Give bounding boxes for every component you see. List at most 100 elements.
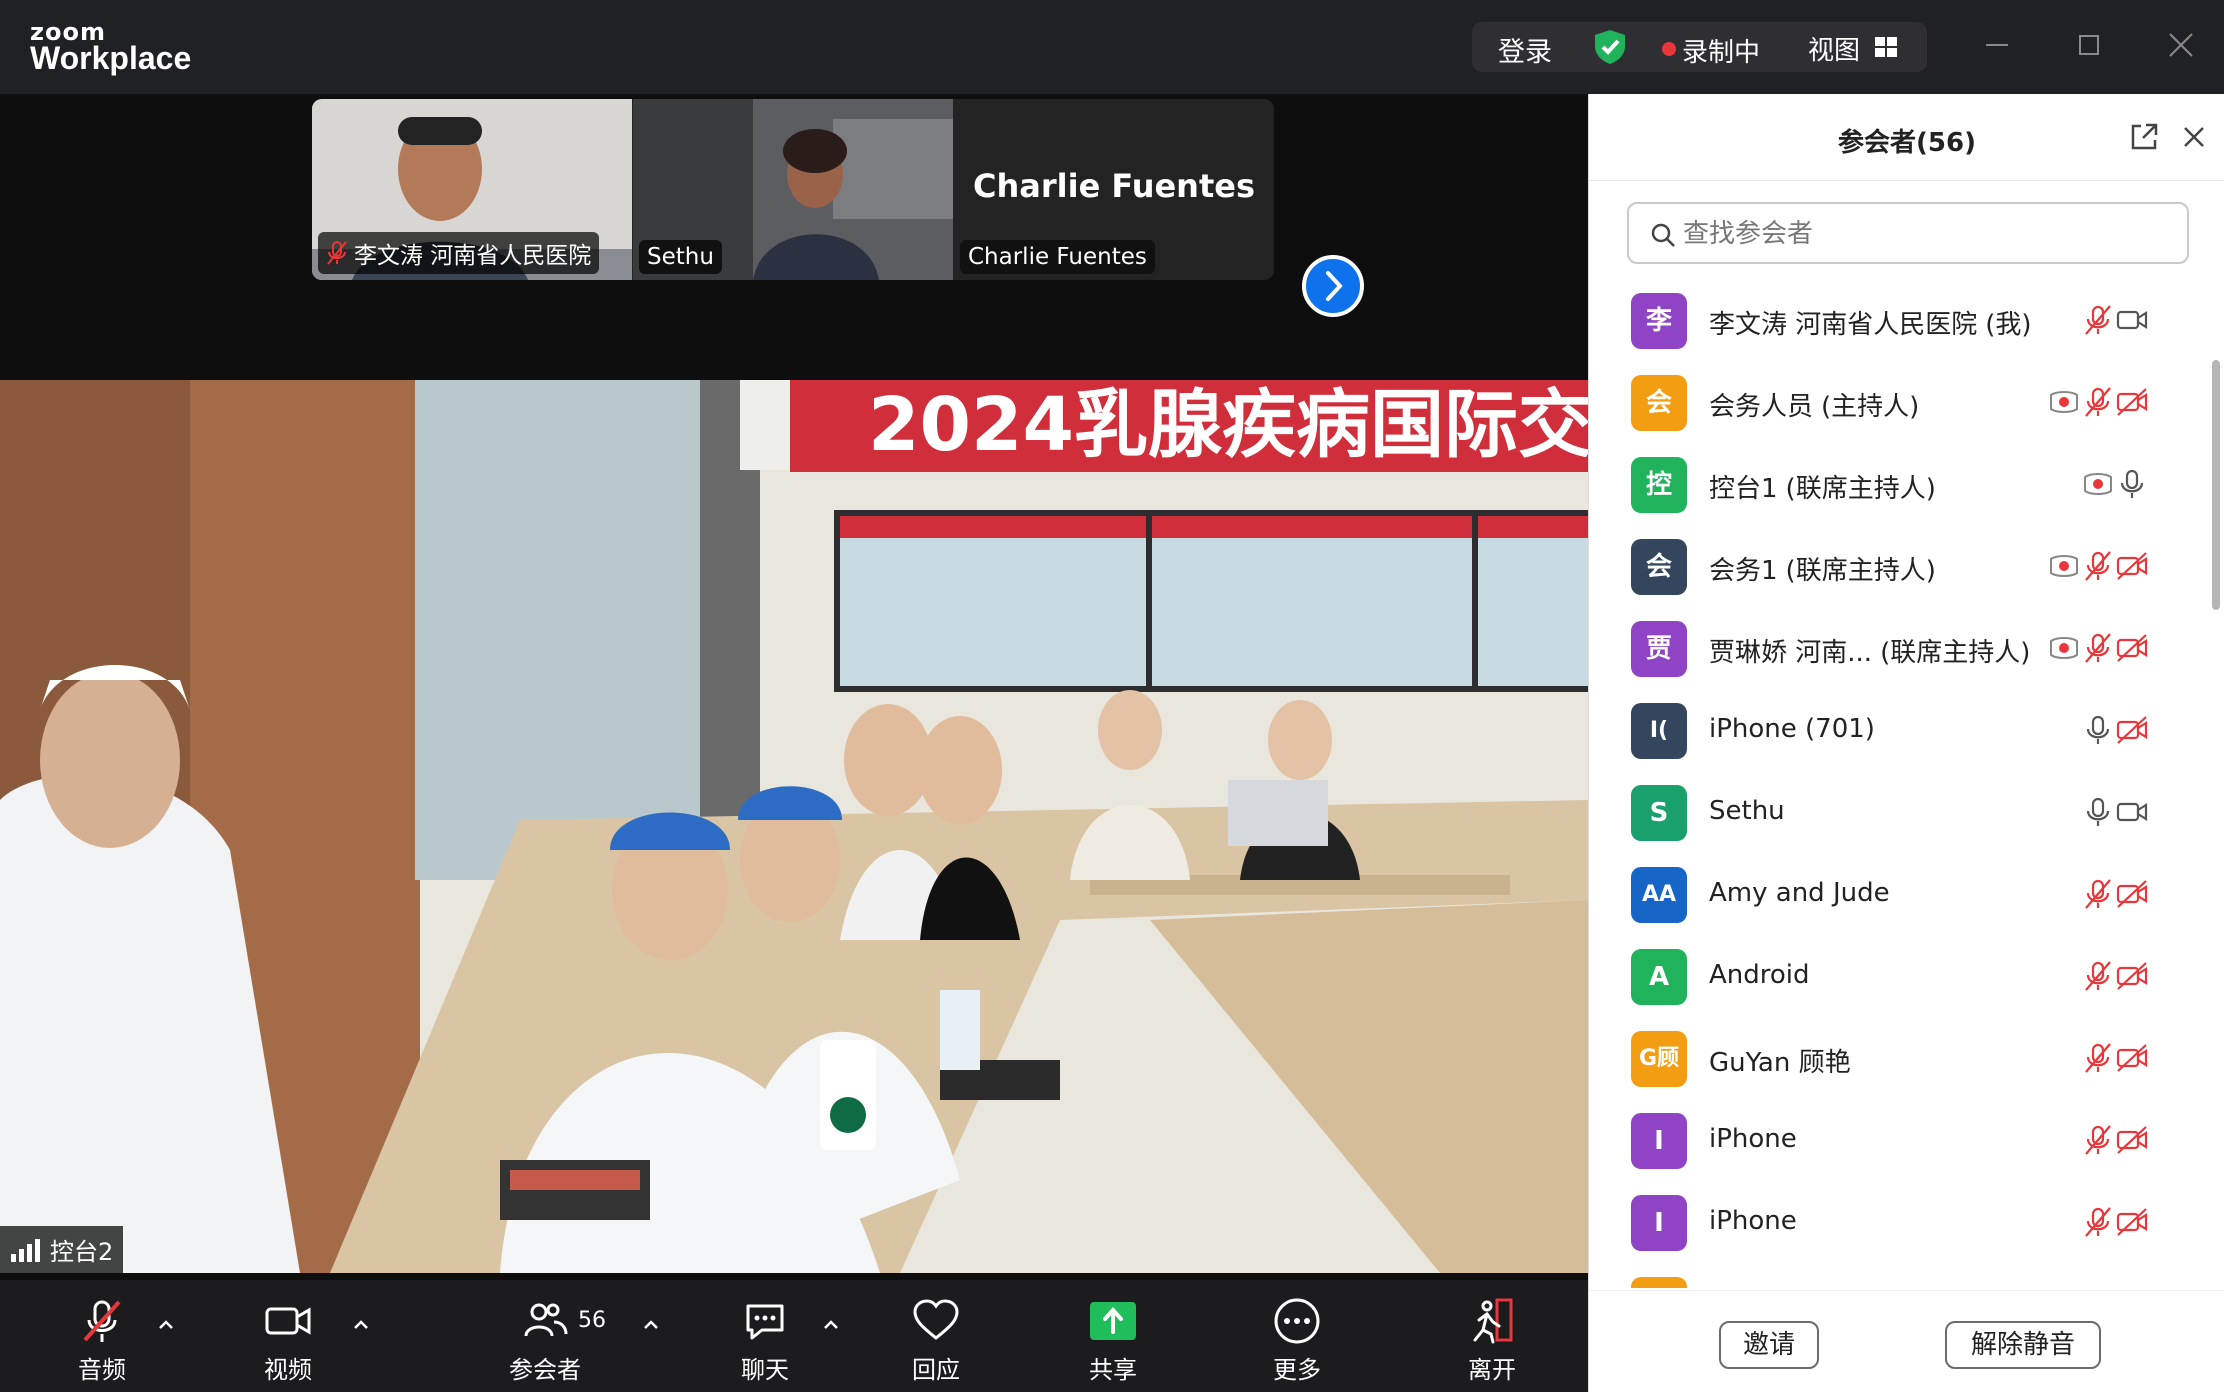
video-camera-icon[interactable] — [2115, 303, 2149, 337]
minimize-button[interactable] — [1980, 28, 2014, 62]
video-options-caret-icon[interactable] — [350, 1314, 372, 1336]
video-tile-3[interactable]: Charlie Fuentes Charlie Fuentes — [954, 99, 1274, 280]
participant-avatar: I( — [1631, 703, 1687, 759]
participant-avatar: S — [1631, 785, 1687, 841]
next-page-button[interactable] — [1302, 255, 1364, 317]
mic-muted-icon[interactable] — [2081, 631, 2115, 665]
participant-name-text: 李文涛 河南省人民医院 — [1709, 310, 1978, 340]
signal-strength-icon — [11, 1238, 40, 1262]
participant-avatar: 控 — [1631, 457, 1687, 513]
participants-label: 参会者 — [509, 1356, 581, 1384]
participant-list-scrollbar[interactable] — [2209, 280, 2223, 1288]
participant-row[interactable]: G顾 GuYan 顾艳 — [1589, 1018, 2209, 1100]
login-button[interactable]: 登录 — [1498, 30, 1552, 69]
participant-row[interactable]: S Sethu — [1589, 772, 2209, 854]
participant-row[interactable]: AA Amy and Jude — [1589, 854, 2209, 936]
participant-row[interactable]: 李李文涛 河南省人民医院 (我) — [1589, 280, 2209, 362]
recording-status[interactable]: 录制中 — [1682, 32, 1760, 69]
participant-name: 会务1 (联席主持人) — [1709, 550, 1936, 587]
meeting-toolbar: 音频 视频 参会者 56 聊天 回应 共享 更多 离开 — [0, 1280, 1588, 1392]
leave-button[interactable]: 离开 — [1432, 1296, 1552, 1388]
mic-icon[interactable] — [2081, 713, 2115, 747]
view-button[interactable]: 视图 — [1808, 30, 1860, 67]
mic-muted-icon[interactable] — [2081, 549, 2115, 583]
mic-muted-icon[interactable] — [2081, 385, 2115, 419]
grid-view-icon[interactable] — [1874, 36, 1898, 58]
participant-row[interactable]: A Android — [1589, 936, 2209, 1018]
chat-options-caret-icon[interactable] — [820, 1314, 842, 1336]
participant-filmstrip: 李文涛 河南省人民医院 Sethu Charlie Fuentes Charli… — [312, 99, 1274, 280]
mic-muted-icon[interactable] — [2081, 1205, 2115, 1239]
audio-options-caret-icon[interactable] — [155, 1314, 177, 1336]
title-bar: zoom Workplace 登录 录制中 视图 — [0, 0, 2224, 94]
video-off-icon[interactable] — [2115, 1287, 2149, 1288]
close-panel-button[interactable] — [2177, 120, 2211, 154]
participant-role: (我) — [1985, 310, 2032, 340]
search-input[interactable] — [1683, 214, 2173, 254]
participant-name-text: 会务人员 — [1709, 392, 1814, 422]
participant-row[interactable]: 会会务人员 (主持人) — [1589, 362, 2209, 444]
panel-footer: 邀请 解除静音 — [1589, 1290, 2224, 1392]
share-button[interactable]: 共享 — [1053, 1296, 1173, 1388]
video-area: 李文涛 河南省人民医院 Sethu Charlie Fuentes Charli… — [0, 94, 1588, 1280]
chat-button[interactable]: 聊天 — [705, 1296, 825, 1388]
video-off-icon[interactable] — [2115, 549, 2149, 583]
video-off-icon[interactable] — [2115, 713, 2149, 747]
heart-icon — [913, 1299, 959, 1340]
video-off-icon[interactable] — [2115, 959, 2149, 993]
video-camera-icon[interactable] — [2115, 795, 2149, 829]
participant-search[interactable] — [1627, 202, 2189, 264]
video-off-icon[interactable] — [2115, 1041, 2149, 1075]
chat-bubble-icon — [746, 1304, 784, 1340]
video-tile-1[interactable]: 李文涛 河南省人民医院 — [312, 99, 632, 280]
video-off-icon[interactable] — [2115, 1123, 2149, 1157]
participant-row[interactable]: 贾贾琳娇 河南... (联席主持人) — [1589, 608, 2209, 690]
participant-row[interactable]: IiPhone — [1589, 1100, 2209, 1182]
leave-label: 离开 — [1468, 1356, 1516, 1384]
tile-name: 李文涛 河南省人民医院 — [354, 243, 592, 269]
participant-name: Sethu — [1709, 796, 1785, 826]
participant-row[interactable]: IiPhone — [1589, 1182, 2209, 1264]
participants-options-caret-icon[interactable] — [640, 1314, 662, 1336]
mic-icon[interactable] — [2115, 467, 2149, 501]
mic-muted-icon[interactable] — [2081, 1287, 2115, 1288]
participant-name: 控台1 (联席主持人) — [1709, 468, 1936, 505]
mic-icon[interactable] — [2081, 795, 2115, 829]
maximize-button[interactable] — [2072, 28, 2106, 62]
mic-muted-icon[interactable] — [2081, 1041, 2115, 1075]
video-off-icon[interactable] — [2115, 1205, 2149, 1239]
participant-row[interactable]: I( iPhone (701) — [1589, 690, 2209, 772]
mic-muted-icon[interactable] — [2081, 1123, 2115, 1157]
mic-muted-icon[interactable] — [2081, 959, 2115, 993]
video-off-icon[interactable] — [2115, 877, 2149, 911]
react-button[interactable]: 回应 — [876, 1296, 996, 1388]
participant-row[interactable]: 控控台1 (联席主持人) — [1589, 444, 2209, 526]
mic-muted-icon[interactable] — [2081, 303, 2115, 337]
more-button[interactable]: 更多 — [1237, 1296, 1357, 1388]
participant-name: iPhone — [1709, 1124, 1797, 1154]
tile-name: Charlie Fuentes — [968, 244, 1147, 270]
video-button[interactable]: 视频 — [228, 1296, 348, 1388]
security-shield-icon[interactable] — [1592, 28, 1628, 66]
audio-button[interactable]: 音频 — [42, 1296, 162, 1388]
participant-name-text: iPhone (701) — [1709, 714, 1875, 744]
unmute-all-button[interactable]: 解除静音 — [1945, 1321, 2101, 1369]
participant-avatar: 会 — [1631, 539, 1687, 595]
recording-dot-icon — [1662, 42, 1676, 56]
video-tile-2[interactable]: Sethu — [633, 99, 953, 280]
video-off-icon[interactable] — [2115, 631, 2149, 665]
popout-button[interactable] — [2127, 120, 2161, 154]
participant-row[interactable]: 会会务1 (联席主持人) — [1589, 526, 2209, 608]
participant-row[interactable]: TMTrish Mitchell-Edwards — [1589, 1264, 2209, 1288]
participant-name-text: Android — [1709, 960, 1810, 990]
scrollbar-thumb[interactable] — [2212, 360, 2220, 610]
participant-avatar: I — [1631, 1195, 1687, 1251]
mic-muted-icon — [83, 1300, 121, 1342]
video-off-icon[interactable] — [2115, 385, 2149, 419]
participant-avatar: 李 — [1631, 293, 1687, 349]
mic-muted-icon[interactable] — [2081, 877, 2115, 911]
main-speaker-video[interactable]: 2024乳腺疾病国际交 控台2 — [0, 380, 1588, 1273]
invite-button[interactable]: 邀请 — [1719, 1321, 1819, 1369]
participant-name-text: iPhone — [1709, 1124, 1797, 1154]
close-window-button[interactable] — [2164, 28, 2198, 62]
